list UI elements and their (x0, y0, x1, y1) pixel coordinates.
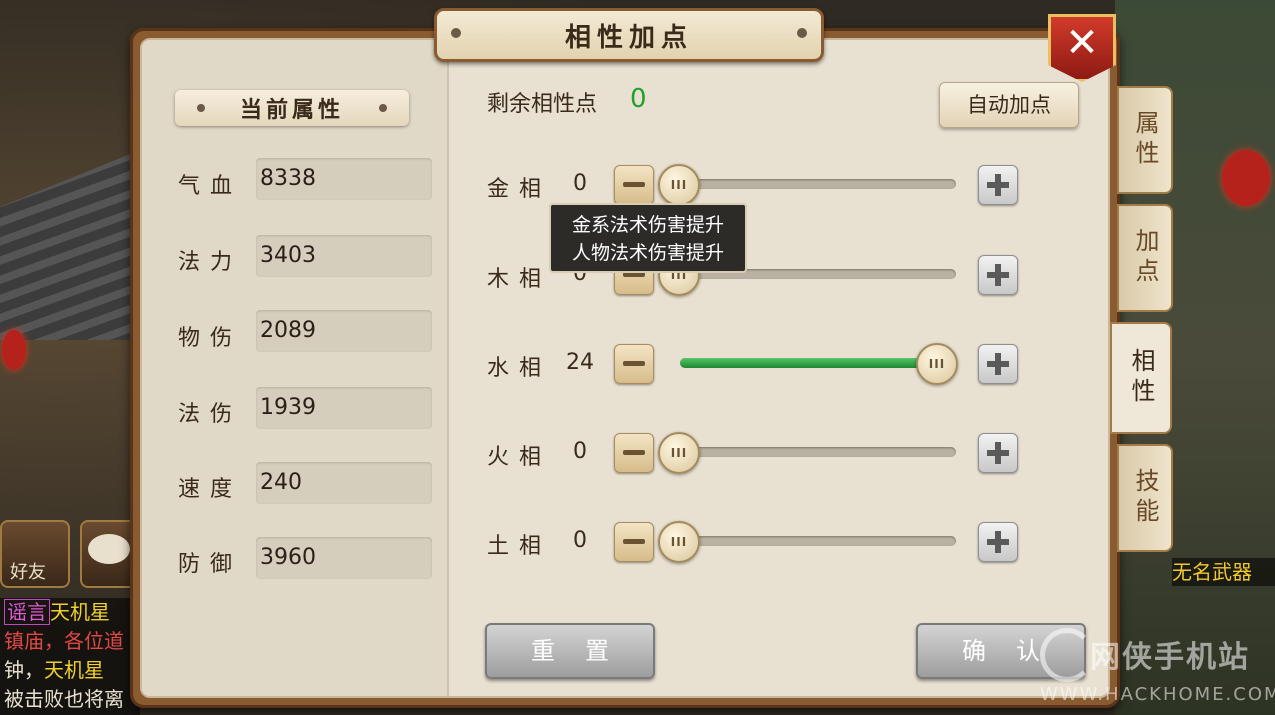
element-label-water: 水相 (487, 356, 552, 381)
auto-allocate-button[interactable]: 自动加点 (939, 82, 1079, 128)
chat-line: 钟，天机星 (4, 656, 140, 685)
chat-text: 镇庙，各位道 (4, 629, 124, 653)
chat-line: 镇庙，各位道 (4, 627, 140, 656)
tab-affinity[interactable]: 相性 (1110, 322, 1172, 434)
ornament-dot (797, 28, 807, 38)
friend-button[interactable]: 好友 (0, 520, 70, 588)
slider-knob-fire[interactable]: III (658, 432, 700, 474)
element-value-metal: 0 (573, 171, 587, 196)
slider-track-fire[interactable] (680, 447, 956, 457)
tab-label: 相性 (1127, 348, 1155, 408)
current-attrs-header: 当前属性 (175, 90, 409, 126)
ornament-dot (197, 104, 205, 112)
minus-button-metal[interactable] (614, 165, 654, 205)
element-label-earth: 土相 (487, 534, 552, 559)
tab-attributes[interactable]: 属性 (1117, 86, 1173, 194)
minus-button-fire[interactable] (614, 433, 654, 473)
plus-button-wood[interactable] (978, 255, 1018, 295)
watermark-url: WWW.HACKHOME.COM (1040, 684, 1275, 705)
attr-value-mp: 3403 (256, 235, 432, 277)
chat-name: 天机星 (44, 658, 104, 682)
attr-label-speed: 速度 (178, 477, 243, 502)
attr-label-hp: 气血 (178, 174, 243, 199)
attr-label-mag-atk: 法伤 (178, 402, 243, 427)
chat-tag: 谣言 (4, 599, 50, 625)
reset-button[interactable]: 重置 (485, 623, 655, 679)
minus-button-earth[interactable] (614, 522, 654, 562)
tooltip-line: 金系法术伤害提升 (571, 214, 724, 236)
attr-label-defense: 防御 (178, 552, 243, 577)
attr-label-mp: 法力 (178, 250, 243, 275)
attr-value-hp: 8338 (256, 158, 432, 200)
chat-text: 钟， (4, 658, 44, 682)
dialog-title-plate: 相性加点 (434, 8, 824, 62)
attr-value-speed: 240 (256, 462, 432, 504)
ornament-dot (451, 28, 461, 38)
slider-knob-metal[interactable]: III (658, 164, 700, 206)
friend-label: 好友 (10, 562, 46, 583)
element-tooltip: 金系法术伤害提升 人物法术伤害提升 (549, 203, 747, 273)
minus-button-water[interactable] (614, 344, 654, 384)
chat-line: 谣言 天机星 (4, 598, 140, 627)
element-value-earth: 0 (573, 528, 587, 553)
lantern-icon (2, 330, 26, 370)
element-label-metal: 金相 (487, 177, 552, 202)
watermark: 网侠手机站 WWW.HACKHOME.COM (1040, 618, 1275, 708)
remaining-points-label: 剩余相性点 (487, 92, 598, 117)
plus-button-fire[interactable] (978, 433, 1018, 473)
slider-knob-water[interactable]: III (916, 343, 958, 385)
chat-text: 被击败也将离 (4, 687, 124, 711)
attr-value-phys-atk: 2089 (256, 310, 432, 352)
watermark-logo-icon (1040, 628, 1094, 682)
slider-track-earth[interactable] (680, 536, 956, 546)
tab-allocate[interactable]: 加点 (1117, 204, 1173, 312)
chat-line: 被击败也将离 (4, 685, 140, 714)
lantern-icon (1222, 150, 1270, 206)
element-label-wood: 木相 (487, 267, 552, 292)
current-attrs-title: 当前属性 (239, 98, 344, 123)
attr-value-mag-atk: 1939 (256, 387, 432, 429)
slider-track-water[interactable] (680, 358, 956, 368)
element-value-fire: 0 (573, 439, 587, 464)
plus-button-water[interactable] (978, 344, 1018, 384)
tab-label: 属性 (1131, 110, 1159, 170)
chat-name: 天机星 (50, 600, 110, 624)
watermark-text: 网侠手机站 (1090, 640, 1250, 675)
tab-skills[interactable]: 技能 (1117, 444, 1173, 552)
tab-label: 加点 (1131, 228, 1159, 288)
remaining-points-value: 0 (630, 84, 647, 114)
attr-value-defense: 3960 (256, 537, 432, 579)
dialog-title: 相性加点 (564, 22, 693, 53)
chat-bubble-icon (88, 534, 130, 564)
chat-log[interactable]: 谣言 天机星 镇庙，各位道 钟，天机星 被击败也将离 (0, 598, 140, 715)
slider-fill-water (680, 358, 956, 368)
element-value-water: 24 (566, 350, 594, 375)
tooltip-line: 人物法术伤害提升 (571, 242, 724, 264)
plus-button-earth[interactable] (978, 522, 1018, 562)
element-label-fire: 火相 (487, 445, 552, 470)
close-icon: ✕ (1065, 20, 1099, 66)
ornament-dot (379, 104, 387, 112)
attr-label-phys-atk: 物伤 (178, 326, 243, 351)
plus-button-metal[interactable] (978, 165, 1018, 205)
slider-knob-earth[interactable]: III (658, 521, 700, 563)
slider-track-metal[interactable] (680, 179, 956, 189)
tab-label: 技能 (1131, 468, 1159, 528)
current-attrs-panel (142, 40, 449, 696)
npc-name-label: 无名武器 (1172, 558, 1275, 586)
